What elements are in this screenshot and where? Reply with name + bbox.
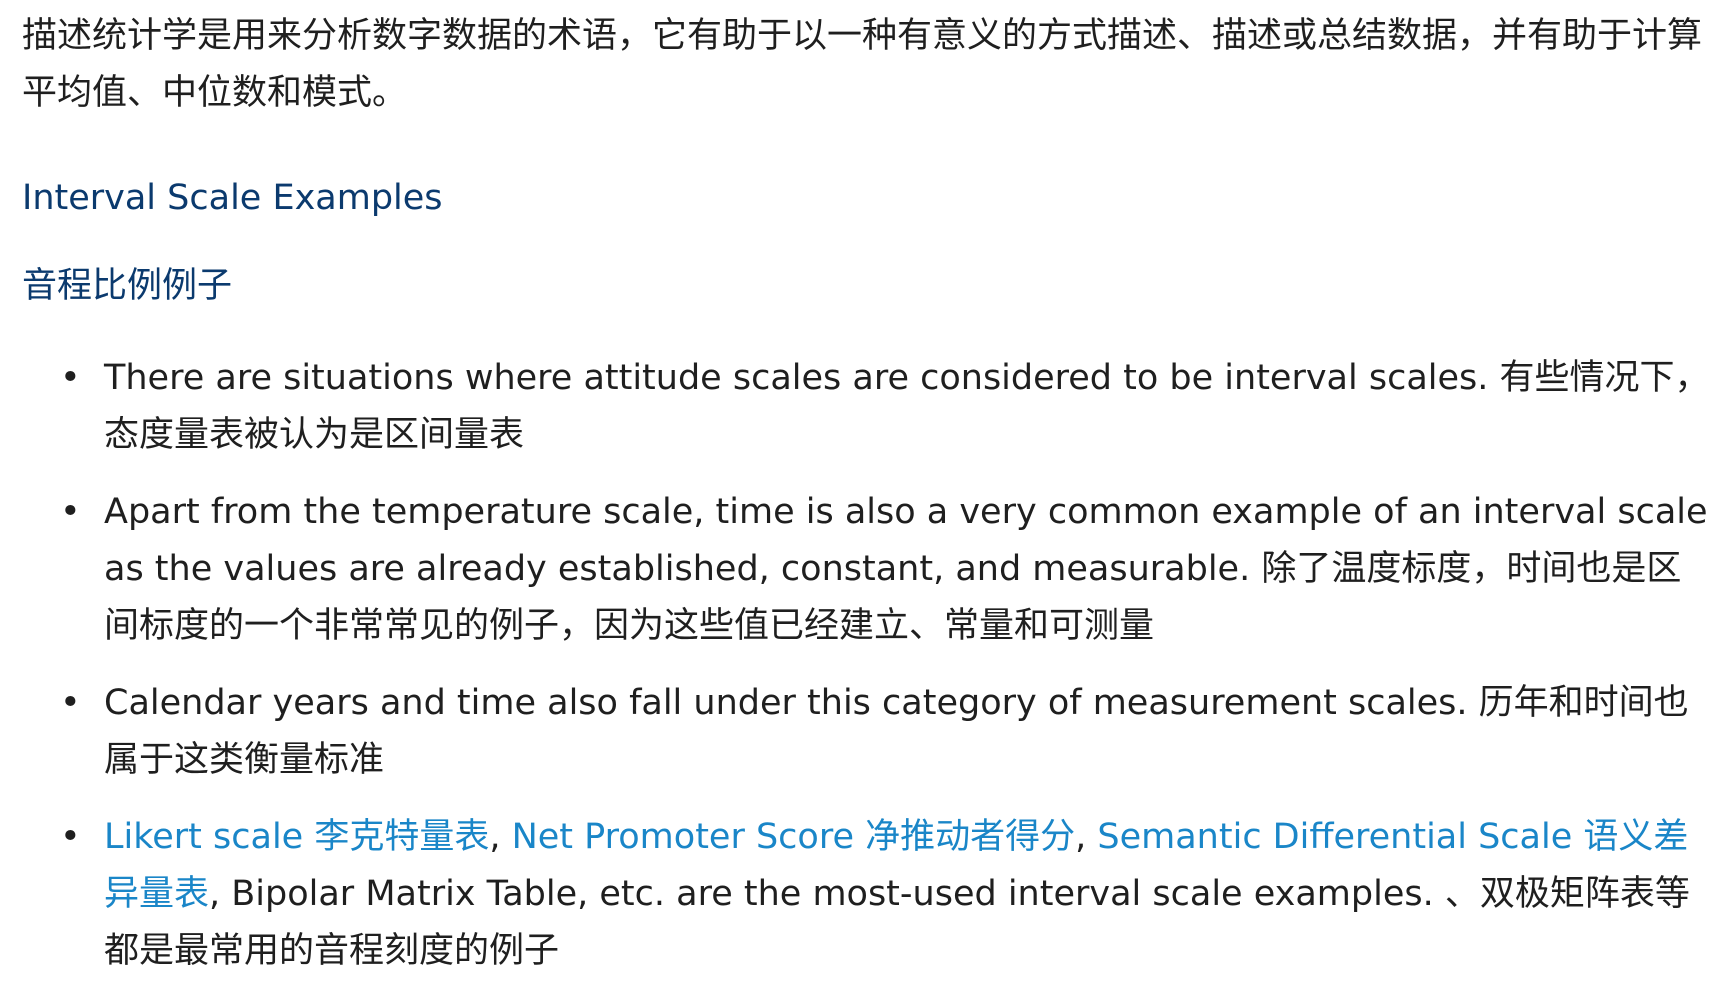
- list-item-text: Calendar years and time also fall under …: [104, 683, 1689, 780]
- list-item-text: , Bipolar Matrix Table, etc. are the mos…: [104, 874, 1690, 971]
- list-item: • Likert scale 李克特量表, Net Promoter Score…: [22, 809, 1714, 980]
- bullet-icon: •: [60, 817, 81, 857]
- separator-text: ,: [489, 817, 512, 857]
- list-item: • Calendar years and time also fall unde…: [22, 675, 1714, 789]
- section-heading-english: Interval Scale Examples: [22, 178, 443, 218]
- bullet-icon: •: [60, 358, 81, 398]
- article-page: 描述统计学是用来分析数字数据的术语，它有助于以一种有意义的方式描述、描述或总结数…: [0, 0, 1732, 981]
- list-item-text: Apart from the temperature scale, time i…: [104, 492, 1708, 646]
- likert-scale-link[interactable]: Likert scale 李克特量表: [104, 817, 489, 857]
- list-item-text: There are situations where attitude scal…: [104, 358, 1710, 455]
- list-item: • There are situations where attitude sc…: [22, 350, 1714, 464]
- net-promoter-score-link[interactable]: Net Promoter Score 净推动者得分: [512, 817, 1076, 857]
- section-heading-chinese: 音程比例例子: [22, 266, 233, 306]
- bullet-icon: •: [60, 492, 81, 532]
- list-item: • Apart from the temperature scale, time…: [22, 484, 1714, 655]
- intro-paragraph: 描述统计学是用来分析数字数据的术语，它有助于以一种有意义的方式描述、描述或总结数…: [22, 16, 1703, 113]
- separator-text: ,: [1075, 817, 1098, 857]
- bullet-icon: •: [60, 683, 81, 723]
- examples-list: • There are situations where attitude sc…: [22, 350, 1714, 980]
